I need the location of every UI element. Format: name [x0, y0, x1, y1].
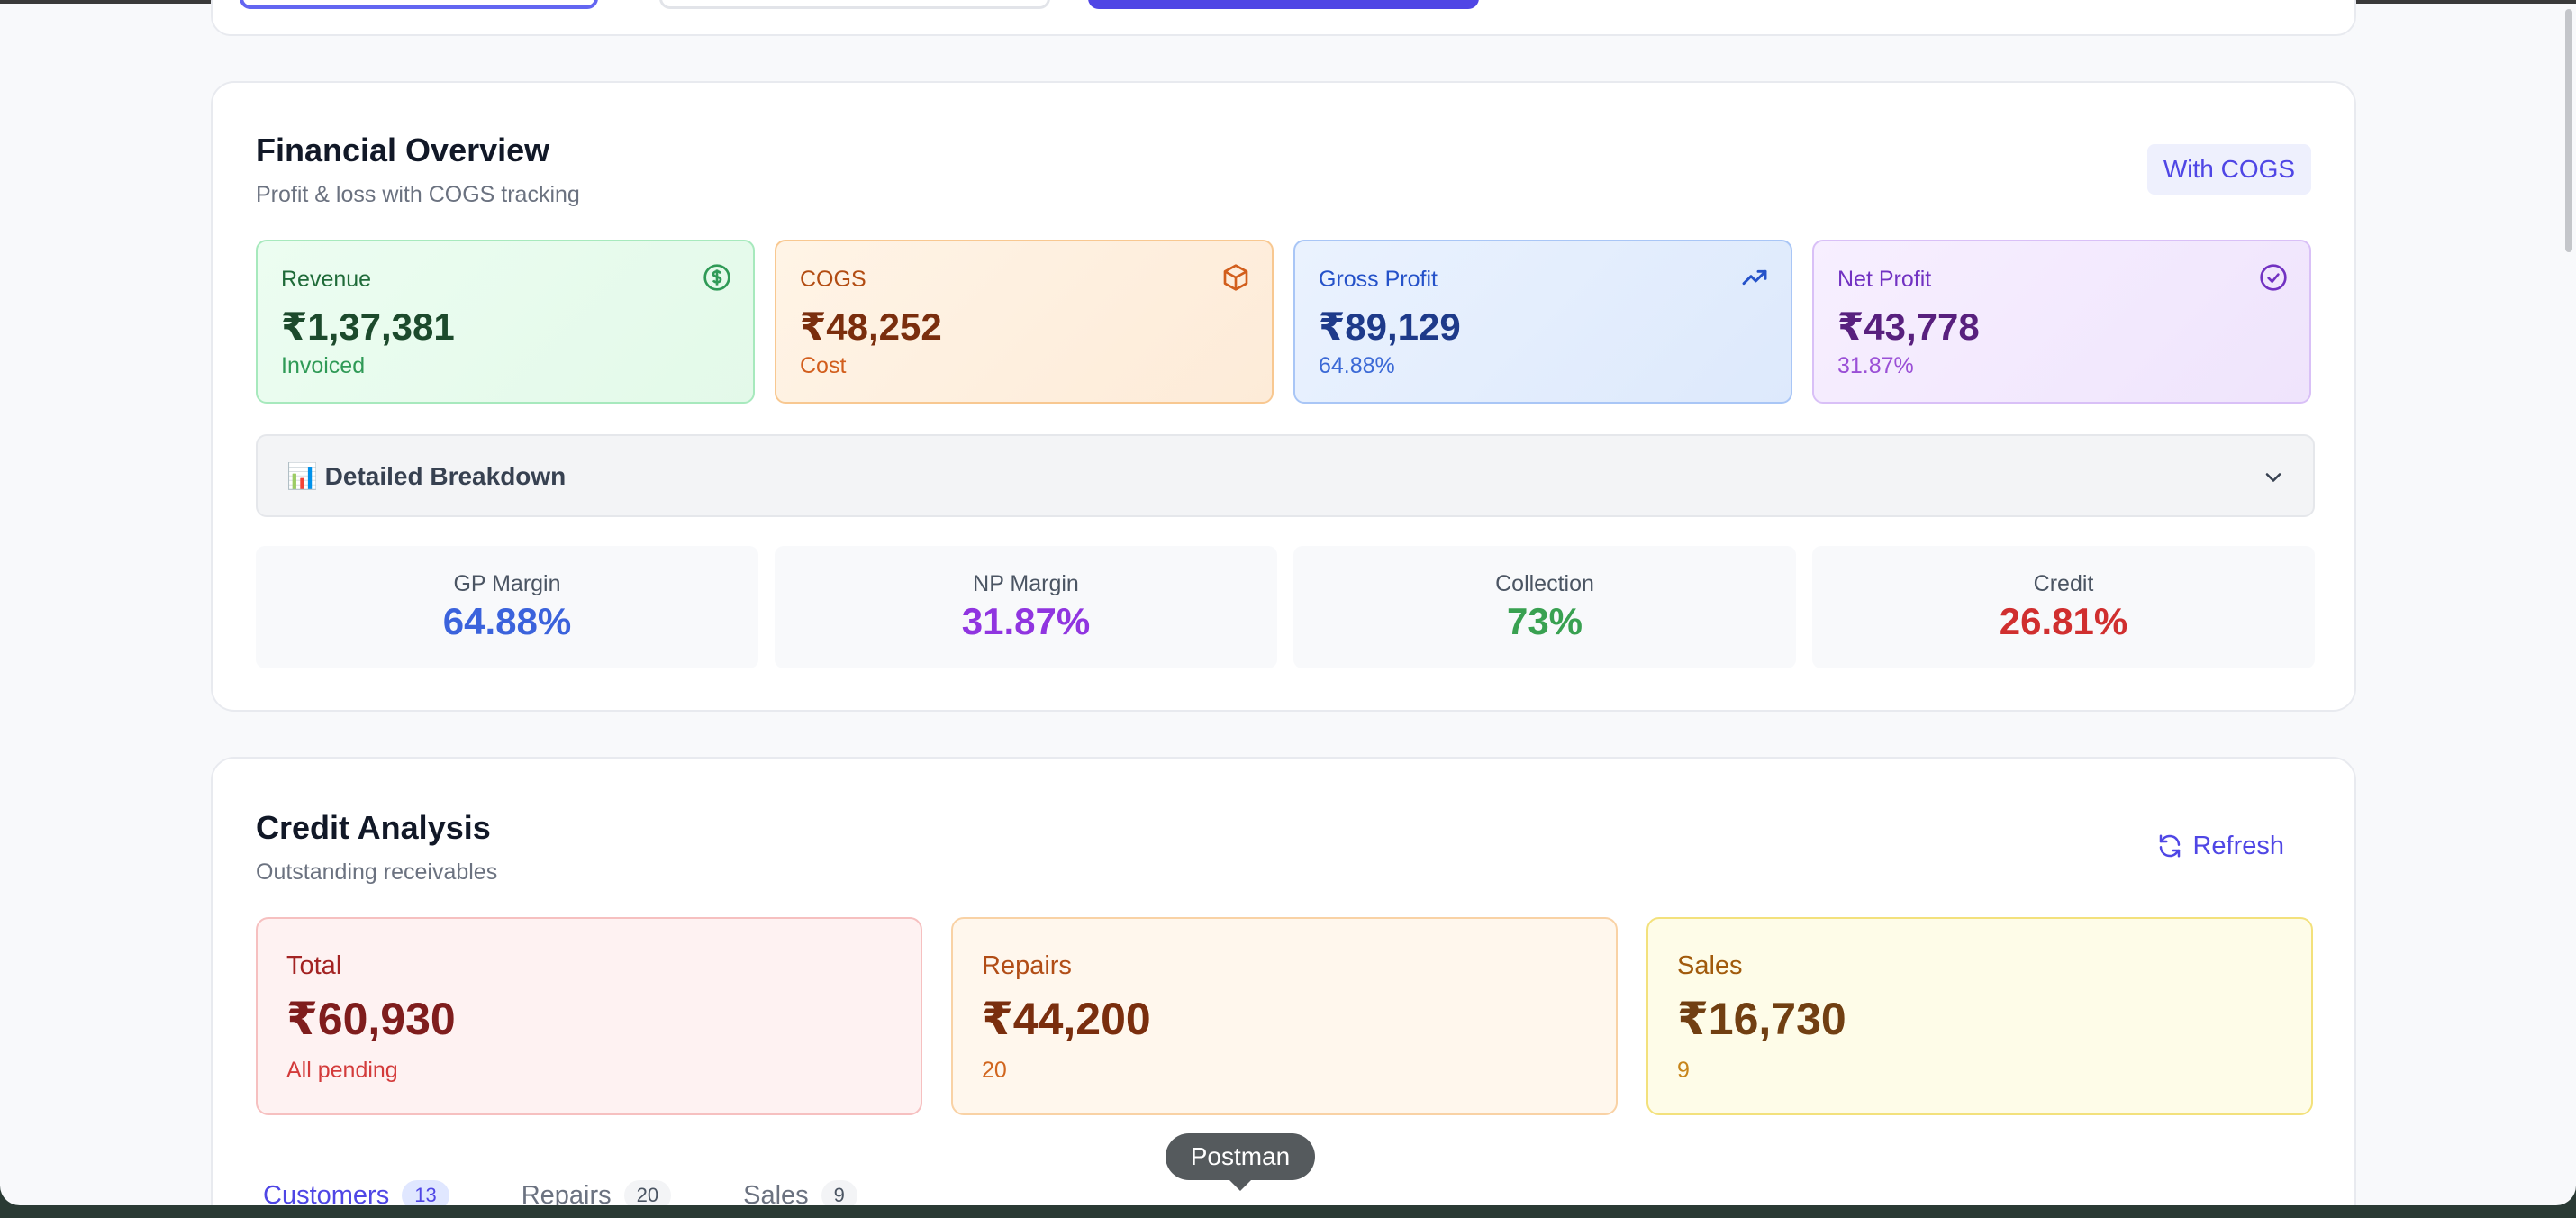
sales-credit-sub: 9: [1677, 1058, 1690, 1083]
net-profit-sub: 31.87%: [1837, 353, 1914, 378]
app-window: Financial Overview Profit & loss with CO…: [0, 0, 2576, 1205]
net-profit-stat-card: Net Profit ₹43,778 31.87%: [1812, 240, 2311, 404]
credit-analysis-title: Credit Analysis: [256, 809, 491, 846]
tab-customers-label: Customers: [263, 1180, 390, 1206]
cogs-stat-card: COGS ₹48,252 Cost: [775, 240, 1274, 404]
vertical-scrollbar[interactable]: [2565, 9, 2572, 252]
with-cogs-badge: With COGS: [2147, 144, 2311, 195]
collection-metric: Collection 73%: [1293, 546, 1796, 668]
np-margin-label: NP Margin: [973, 571, 1079, 596]
refresh-icon: [2160, 834, 2181, 858]
filter-select-partial[interactable]: [659, 0, 1050, 9]
sales-credit-card: Sales ₹16,730 9: [1646, 917, 2313, 1115]
tab-customers[interactable]: Customers 13: [263, 1180, 449, 1205]
collection-label: Collection: [1495, 571, 1594, 596]
gross-profit-label: Gross Profit: [1319, 267, 1438, 292]
total-credit-label: Total: [286, 951, 342, 980]
credit-label: Credit: [2033, 571, 2094, 596]
gross-profit-value: ₹89,129: [1319, 305, 1461, 348]
gp-margin-metric: GP Margin 64.88%: [256, 546, 758, 668]
net-profit-value: ₹43,778: [1837, 305, 1980, 348]
tab-customers-count: 13: [402, 1180, 449, 1205]
revenue-value: ₹1,37,381: [281, 305, 455, 348]
np-margin-value: 31.87%: [961, 600, 1091, 642]
total-credit-sub: All pending: [286, 1058, 398, 1083]
cogs-value: ₹48,252: [800, 305, 942, 348]
dollar-circle-icon: [703, 264, 730, 291]
cogs-label: COGS: [800, 267, 866, 292]
gross-profit-sub: 64.88%: [1319, 353, 1395, 378]
tab-sales-label: Sales: [743, 1180, 809, 1206]
cogs-sub: Cost: [800, 353, 847, 378]
financial-overview-card: Financial Overview Profit & loss with CO…: [211, 81, 2356, 712]
filter-card-partial: [211, 0, 2356, 36]
sales-credit-value: ₹16,730: [1677, 994, 1846, 1044]
revenue-label: Revenue: [281, 267, 372, 292]
trending-up-icon: [1742, 269, 1767, 286]
repairs-credit-value: ₹44,200: [982, 994, 1151, 1044]
gp-margin-value: 64.88%: [442, 600, 572, 642]
chevron-down-icon[interactable]: [2261, 465, 2286, 490]
credit-tabs: Customers 13 Repairs 20 Sales 9: [263, 1180, 857, 1205]
net-profit-label: Net Profit: [1837, 267, 1932, 292]
tab-repairs-count: 20: [623, 1180, 672, 1205]
repairs-credit-sub: 20: [982, 1058, 1007, 1083]
box-icon: [1223, 264, 1248, 291]
revenue-stat-card: Revenue ₹1,37,381 Invoiced: [256, 240, 755, 404]
gp-margin-label: GP Margin: [453, 571, 561, 596]
refresh-button[interactable]: Refresh: [2156, 825, 2284, 867]
detailed-breakdown-label: 📊 Detailed Breakdown: [286, 462, 567, 490]
financial-overview-title: Financial Overview: [256, 132, 550, 168]
credit-analysis-subtitle: Outstanding receivables: [256, 859, 498, 885]
tab-repairs[interactable]: Repairs 20: [521, 1180, 672, 1206]
tab-sales[interactable]: Sales 9: [743, 1180, 857, 1205]
apply-button-partial[interactable]: [1088, 0, 1479, 9]
tab-repairs-label: Repairs: [521, 1180, 612, 1206]
bar-chart-emoji-icon: 📊: [286, 462, 318, 490]
repairs-credit-card: Repairs ₹44,200 20: [951, 917, 1618, 1115]
credit-value: 26.81%: [1999, 600, 2128, 642]
total-credit-card: Total ₹60,930 All pending: [256, 917, 922, 1115]
sales-credit-label: Sales: [1677, 951, 1743, 980]
np-margin-metric: NP Margin 31.87%: [775, 546, 1277, 668]
revenue-sub: Invoiced: [281, 353, 366, 378]
repairs-credit-label: Repairs: [982, 951, 1072, 980]
refresh-label: Refresh: [2192, 831, 2284, 860]
credit-metric: Credit 26.81%: [1812, 546, 2315, 668]
financial-overview-subtitle: Profit & loss with COGS tracking: [256, 182, 580, 207]
detailed-breakdown-toggle[interactable]: 📊 Detailed Breakdown: [256, 434, 2315, 517]
gross-profit-stat-card: Gross Profit ₹89,129 64.88%: [1293, 240, 1792, 404]
tab-sales-count: 9: [821, 1180, 857, 1205]
collection-value: 73%: [1506, 600, 1583, 642]
total-credit-value: ₹60,930: [286, 994, 456, 1044]
check-circle-icon: [2260, 264, 2287, 291]
filter-input-partial[interactable]: [240, 0, 598, 9]
dock-tooltip: Postman: [1166, 1133, 1315, 1191]
